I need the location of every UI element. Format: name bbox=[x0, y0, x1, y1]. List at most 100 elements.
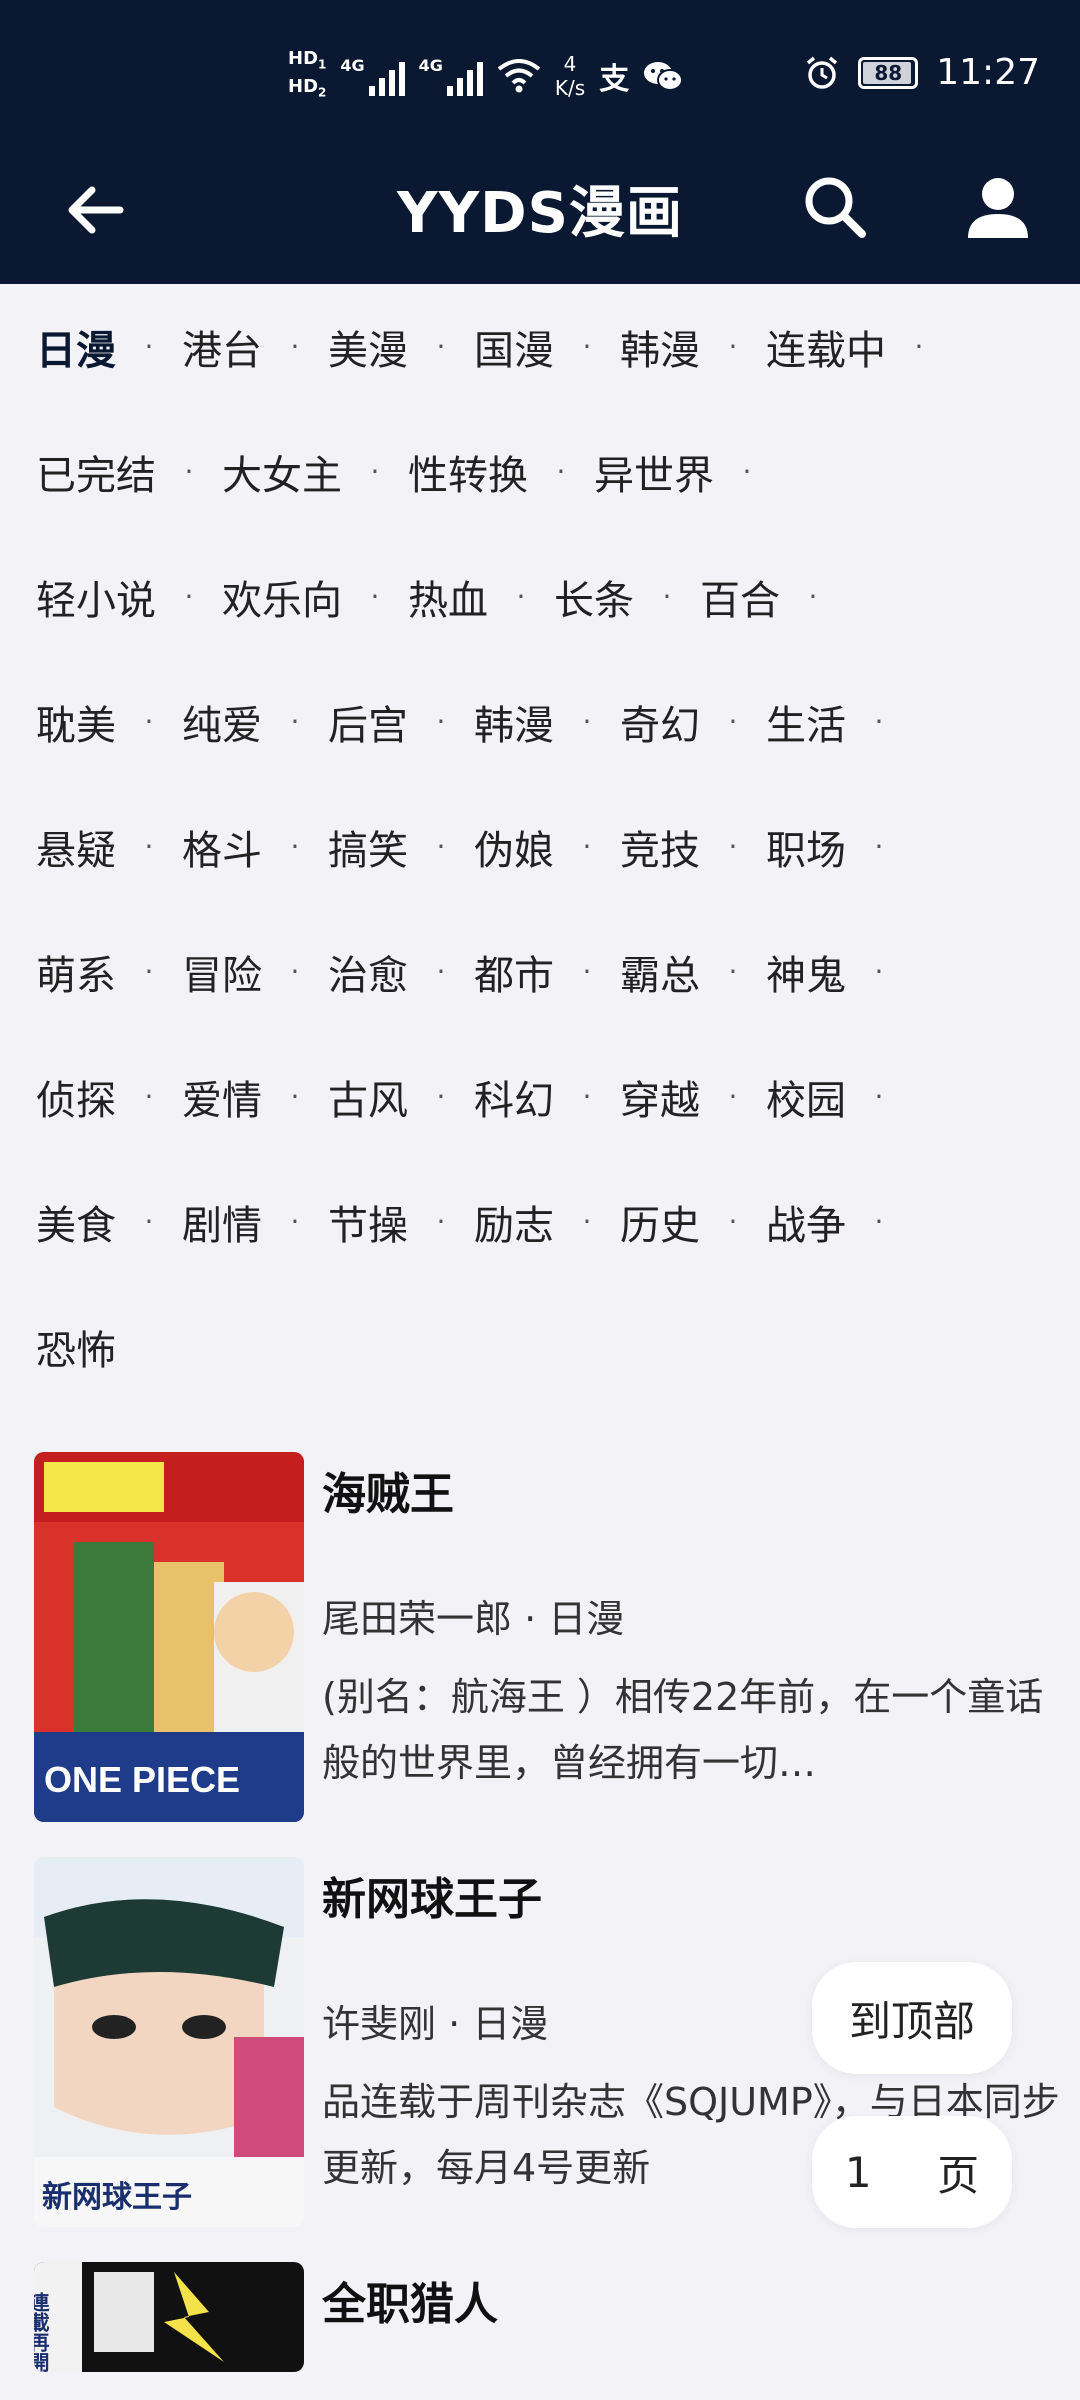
comic-cover[interactable]: 連載再開 bbox=[34, 2262, 304, 2372]
category-separator: · bbox=[436, 330, 446, 363]
category-tag[interactable]: 韩漫 bbox=[620, 318, 700, 376]
category-tag[interactable]: 日漫 bbox=[36, 318, 116, 376]
category-tag[interactable]: 长条 bbox=[554, 568, 634, 626]
category-separator: · bbox=[436, 705, 446, 738]
category-tag[interactable]: 轻小说 bbox=[36, 568, 156, 626]
category-tag[interactable]: 竞技 bbox=[620, 818, 700, 876]
category-tag[interactable]: 后宫 bbox=[328, 693, 408, 751]
category-separator: · bbox=[728, 955, 738, 988]
wechat-icon bbox=[644, 61, 684, 91]
category-tag[interactable]: 国漫 bbox=[474, 318, 554, 376]
category-tag[interactable]: 搞笑 bbox=[328, 818, 408, 876]
category-tag[interactable]: 性转换 bbox=[408, 443, 528, 501]
category-tag[interactable]: 悬疑 bbox=[36, 818, 116, 876]
category-separator: · bbox=[728, 830, 738, 863]
category-tag[interactable]: 纯爱 bbox=[182, 693, 262, 751]
meta-separator: · bbox=[524, 1597, 537, 1641]
category-tag[interactable]: 韩漫 bbox=[474, 693, 554, 751]
category-tag[interactable]: 侦探 bbox=[36, 1068, 116, 1126]
comic-item[interactable]: ONE PIECE 海贼王 尾田荣一郎 · 日漫 (别名：航海王 ）相传22年前… bbox=[34, 1440, 1054, 1822]
category-tag[interactable]: 美食 bbox=[36, 1193, 116, 1251]
category-tag[interactable]: 耽美 bbox=[36, 693, 116, 751]
alipay-icon: 支 bbox=[599, 61, 630, 97]
search-icon[interactable] bbox=[796, 168, 876, 248]
cover-title: 新网球王子 bbox=[42, 2180, 192, 2215]
comic-title[interactable]: 海贼王 bbox=[322, 1458, 454, 1522]
comic-author: 尾田荣一郎 bbox=[322, 1597, 513, 1641]
category-separator: · bbox=[556, 455, 566, 488]
category-row: 萌系 · 冒险 · 治愈 · 都市 · 霸总 · 神鬼 · bbox=[36, 909, 912, 1034]
category-tag[interactable]: 都市 bbox=[474, 943, 554, 1001]
category-separator: · bbox=[184, 580, 194, 613]
category-separator: · bbox=[728, 330, 738, 363]
category-tag[interactable]: 霸总 bbox=[620, 943, 700, 1001]
category-tag[interactable]: 百合 bbox=[700, 568, 780, 626]
alarm-icon bbox=[807, 56, 838, 89]
category-tag[interactable]: 爱情 bbox=[182, 1068, 262, 1126]
category-tag[interactable]: 大女主 bbox=[222, 443, 342, 501]
category-tag[interactable]: 古风 bbox=[328, 1068, 408, 1126]
category-tag[interactable]: 恐怖 bbox=[36, 1318, 116, 1376]
category-separator: · bbox=[436, 1080, 446, 1113]
signal-icon-2: 4G bbox=[419, 56, 483, 96]
category-tag[interactable]: 萌系 bbox=[36, 943, 116, 1001]
category-tag[interactable]: 穿越 bbox=[620, 1068, 700, 1126]
category-tag[interactable]: 连载中 bbox=[766, 318, 886, 376]
category-tag[interactable]: 节操 bbox=[328, 1193, 408, 1251]
category-separator: · bbox=[436, 955, 446, 988]
category-tag[interactable]: 冒险 bbox=[182, 943, 262, 1001]
category-tag[interactable]: 欢乐向 bbox=[222, 568, 342, 626]
category-separator: · bbox=[582, 1080, 592, 1113]
category-row: 已完结 · 大女主 · 性转换 · 异世界 · bbox=[36, 409, 780, 534]
category-separator: · bbox=[582, 1205, 592, 1238]
category-separator: · bbox=[290, 705, 300, 738]
user-icon[interactable] bbox=[958, 168, 1038, 248]
comic-title[interactable]: 全职猎人 bbox=[322, 2268, 498, 2332]
category-separator: · bbox=[874, 955, 884, 988]
comic-region: 日漫 bbox=[472, 2002, 549, 2046]
category-tag[interactable]: 热血 bbox=[408, 568, 488, 626]
clock: 11:27 bbox=[936, 52, 1040, 93]
category-row: 恐怖 bbox=[36, 1284, 116, 1409]
category-separator: · bbox=[742, 455, 752, 488]
category-tag[interactable]: 港台 bbox=[182, 318, 262, 376]
category-row: 侦探 · 爱情 · 古风 · 科幻 · 穿越 · 校园 · bbox=[36, 1034, 912, 1159]
category-tag[interactable]: 职场 bbox=[766, 818, 846, 876]
category-tag[interactable]: 神鬼 bbox=[766, 943, 846, 1001]
category-separator: · bbox=[436, 1205, 446, 1238]
category-tag[interactable]: 治愈 bbox=[328, 943, 408, 1001]
page-indicator-button[interactable]: 1 页 bbox=[812, 2116, 1012, 2228]
back-to-top-button[interactable]: 到顶部 bbox=[812, 1962, 1012, 2074]
comic-description: (别名：航海王 ）相传22年前，在一个童话般的世界里，曾经拥有一切… bbox=[322, 1675, 1044, 1785]
page-label: 页 bbox=[937, 2150, 980, 2200]
comic-title[interactable]: 新网球王子 bbox=[322, 1863, 542, 1927]
category-separator: · bbox=[184, 455, 194, 488]
category-tag[interactable]: 战争 bbox=[766, 1193, 846, 1251]
category-separator: · bbox=[582, 705, 592, 738]
category-separator: · bbox=[582, 955, 592, 988]
category-separator: · bbox=[728, 1080, 738, 1113]
comic-item[interactable]: 連載再開 全职猎人 bbox=[34, 2250, 1054, 2400]
comic-cover[interactable]: ONE PIECE bbox=[34, 1452, 304, 1822]
category-separator: · bbox=[144, 705, 154, 738]
category-tag[interactable]: 科幻 bbox=[474, 1068, 554, 1126]
category-tag[interactable]: 已完结 bbox=[36, 443, 156, 501]
cover-title: ONE PIECE bbox=[44, 1759, 240, 1800]
category-tag[interactable]: 格斗 bbox=[182, 818, 262, 876]
category-separator: · bbox=[874, 1205, 884, 1238]
category-row: 轻小说 · 欢乐向 · 热血 · 长条 · 百合 · bbox=[36, 534, 846, 659]
wifi-icon bbox=[497, 58, 541, 93]
category-tag[interactable]: 奇幻 bbox=[620, 693, 700, 751]
category-tag[interactable]: 校园 bbox=[766, 1068, 846, 1126]
comic-meta: 许斐刚 · 日漫 bbox=[322, 1993, 548, 2048]
category-tag[interactable]: 生活 bbox=[766, 693, 846, 751]
category-tag[interactable]: 剧情 bbox=[182, 1193, 262, 1251]
category-tag[interactable]: 异世界 bbox=[594, 443, 714, 501]
signal-icon-1: 4G bbox=[340, 56, 405, 96]
category-separator: · bbox=[728, 705, 738, 738]
category-tag[interactable]: 伪娘 bbox=[474, 818, 554, 876]
comic-cover[interactable]: 新网球王子 bbox=[34, 1857, 304, 2227]
category-tag[interactable]: 美漫 bbox=[328, 318, 408, 376]
category-tag[interactable]: 励志 bbox=[474, 1193, 554, 1251]
category-tag[interactable]: 历史 bbox=[620, 1193, 700, 1251]
